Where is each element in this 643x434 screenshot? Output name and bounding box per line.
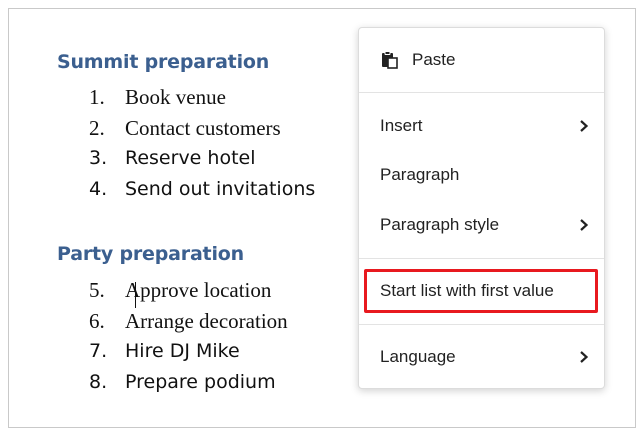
menu-separator bbox=[359, 258, 604, 259]
menu-separator bbox=[359, 92, 604, 93]
insert-menu-item[interactable]: Insert bbox=[359, 104, 604, 148]
language-label: Language bbox=[380, 347, 456, 366]
start-list-label: Start list with first value bbox=[380, 281, 554, 300]
context-menu: Paste Insert Paragraph Paragraph style S… bbox=[358, 27, 605, 389]
chevron-right-icon bbox=[576, 217, 592, 233]
list-item[interactable]: 3. Reserve hotel bbox=[89, 143, 315, 174]
list-item[interactable]: 5. Approve location bbox=[89, 275, 288, 306]
paste-menu-item[interactable]: Paste bbox=[359, 38, 604, 82]
list-item[interactable]: 7. Hire DJ Mike bbox=[89, 336, 288, 367]
text-cursor bbox=[135, 282, 136, 308]
clipboard-icon bbox=[382, 51, 398, 69]
paste-label: Paste bbox=[412, 50, 456, 69]
list-item[interactable]: 4. Send out invitations bbox=[89, 174, 315, 205]
list-item[interactable]: 1. Book venue bbox=[89, 82, 315, 113]
paragraph-style-menu-item[interactable]: Paragraph style bbox=[359, 203, 604, 247]
summit-list: 1. Book venue 2. Contact customers 3. Reser… bbox=[89, 82, 315, 204]
section-heading-summit: Summit preparation bbox=[57, 51, 270, 73]
insert-label: Insert bbox=[380, 116, 423, 135]
party-list: 5. Approve location 6. Arrange decoration … bbox=[89, 275, 288, 397]
section-heading-party: Party preparation bbox=[57, 243, 244, 265]
start-list-menu-item[interactable]: Start list with first value bbox=[359, 269, 604, 313]
list-item[interactable]: 2. Contact customers bbox=[89, 113, 315, 144]
paragraph-menu-item[interactable]: Paragraph bbox=[359, 153, 604, 197]
list-item[interactable]: 6. Arrange decoration bbox=[89, 306, 288, 337]
paragraph-label: Paragraph bbox=[380, 165, 460, 184]
chevron-right-icon bbox=[576, 118, 592, 134]
menu-separator bbox=[359, 324, 604, 325]
chevron-right-icon bbox=[576, 349, 592, 365]
language-menu-item[interactable]: Language bbox=[359, 335, 604, 379]
paragraph-style-label: Paragraph style bbox=[380, 215, 500, 234]
list-item[interactable]: 8. Prepare podium bbox=[89, 367, 288, 398]
